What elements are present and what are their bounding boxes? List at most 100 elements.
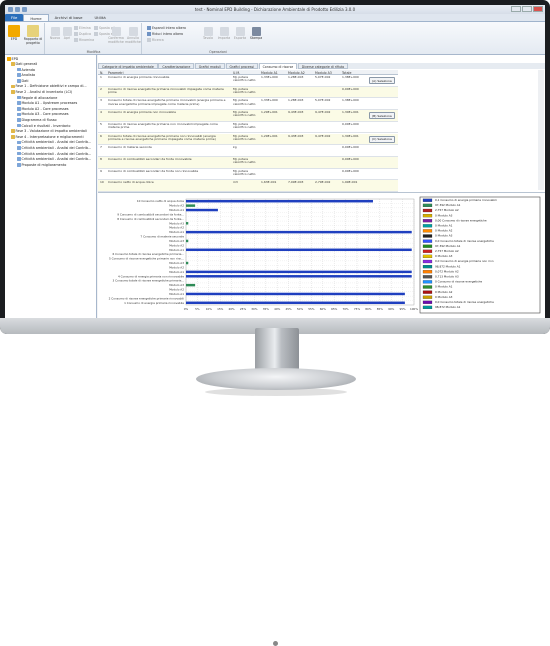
tree-item[interactable]: Azienda [17,68,35,72]
tree-item[interactable]: Fase 4 - Interpretazione e miglioramenti [11,135,84,139]
espandi-button[interactable]: Espandi intero albero [147,26,186,30]
table-row[interactable]: 7 Consumo di materie seconde kg 0,00E+000 [98,145,398,157]
chart-panel: 0% 5% 10% 15% 20% 25% 30% 35% 40% 45% 50% 55% 60% 65%… [98,192,545,318]
cell-n: 8 [100,156,102,161]
y-tick-label: Modulo A2 [169,265,184,269]
y-tick-label: 1 Consumo di energia primaria rinnovabil… [124,301,184,305]
folder-icon [7,57,11,61]
duplica-button[interactable]: Duplica [74,32,91,36]
cell-a2: 7,09E-003 [288,180,304,185]
legend-swatch [422,285,433,289]
tree-item[interactable]: Calcoli e risultati - Inventario [17,124,70,128]
tree-item[interactable]: Fase 2 - Analisi di inventario (LCI) [11,90,72,94]
select-button[interactable]: (C) Seleziona [369,135,395,143]
legend-label: 0 Modulo A1 [435,224,453,228]
tab-file[interactable]: File [5,14,24,21]
document-icon [17,73,21,77]
rapporto-button[interactable]: Rapporto di progetto [23,25,43,45]
ricerca-button[interactable]: Ricerca [147,38,164,42]
tab-grafici-processi[interactable]: Grafici processi [225,63,259,69]
cell-n: 7 [100,145,102,150]
tree-item[interactable]: Criticità ambientali - Analisi dei Contr… [17,157,91,161]
y-tick-label: 5 Consumo di risorse energetiche primari… [109,257,184,261]
subtab-bar: Categorie di impatto ambientale Caratter… [98,63,545,69]
legend-label: 0 Consumo di risorse energetiche [435,280,482,284]
tab-rifiuti[interactable]: Diverse categorie di rifiuto [297,63,349,69]
tree-root[interactable]: EPD [7,57,18,61]
riduci-button[interactable]: Riduci intero albero [147,32,183,36]
tree-item[interactable]: Modulo A2 - Core processes [17,107,69,111]
tree-item-label: Modulo A1 - Upstream processes [21,101,78,106]
cell-a3: 5,07E-002 [315,98,331,103]
elimina-button[interactable]: Elimina [74,26,91,30]
tree-item[interactable]: Analista [17,73,35,77]
importa-button[interactable]: Importa [217,27,231,41]
cell-um: MJ, potere calorifico netto [233,121,256,129]
close-button[interactable] [533,6,543,12]
cell-tot: 0,00E+000 [342,168,359,173]
epd-button[interactable]: EPD [7,25,21,42]
cell-tot: 1,99E-001 [342,180,358,185]
select-button[interactable]: (B) Seleziona [369,112,395,120]
tab-consumo-risorse[interactable]: Consumo di risorse [258,63,298,69]
ribbon-tabs: File Home Archivi di base Utilità [5,14,545,22]
cell-n: 4 [100,110,102,115]
minimize-button[interactable] [511,6,521,12]
header-a1: Modulo A1 [261,70,278,75]
table-row[interactable]: 8 Consumo di combustibili secondari da fo… [98,156,398,169]
tree-item[interactable]: Fase 3 - Valutazione di impatto ambienta… [11,129,87,133]
annulla-button[interactable]: Annulla modifiche [125,27,141,44]
document-icon [17,95,21,100]
tree-item[interactable]: Fase 1 - Definizione obiettivi e campo d… [11,84,87,88]
table-row[interactable]: 3 Consumo totale di risorse energetiche p… [98,98,398,111]
tree-item[interactable]: Modulo A3 - Core processes [17,112,69,116]
tree-root-label: EPD [11,57,19,61]
legend-label: 98,872 Modulo A1 [435,264,461,268]
tab-archivi[interactable]: Archivi di base [49,14,89,21]
cell-um: MJ, potere calorifico netto [233,133,256,141]
tree-item[interactable]: Diagramma di flusso [17,118,57,122]
tree-item[interactable]: Criticità ambientali - Analisi dei Contr… [17,152,91,156]
conferma-button[interactable]: Conferma modifiche [108,27,124,44]
x-tick-label: 70% [342,307,349,311]
table-row[interactable]: 9 Consumo di combustibili secondari da fo… [98,169,398,181]
y-tick-label: 6 Consumo totale di risorse energetiche … [113,252,185,256]
apri-button[interactable]: Apri [62,27,72,41]
rinomina-button[interactable]: Rinomina [74,38,94,42]
stampa-button[interactable]: Stampa [249,27,263,41]
table-row[interactable]: 10 Consumo netto di acqua dolce m3 1,63E-00… [98,180,398,192]
table-row[interactable]: 4 Consumo di energia primaria non rinnova… [98,110,398,122]
cell-a3: 2,79E-002 [315,180,331,185]
tree-item[interactable]: Criticità ambientali - Analisi dei Contr… [17,146,91,150]
select-button[interactable]: (A) Seleziona [369,77,395,84]
tree-item-label: Azienda [21,67,36,72]
tavola-button[interactable]: Tavola [201,27,215,41]
maximize-button[interactable] [522,6,532,12]
x-tick-label: 20% [228,307,235,311]
legend-swatch [422,208,433,213]
espandi-label: Espandi intero albero [152,26,186,30]
tab-categorie[interactable]: Categorie di impatto ambientale [98,63,158,69]
table-row[interactable]: 2 Consumo di risorse energetiche primarie… [98,86,398,99]
table-row[interactable]: 5 Consumo di risorse energetiche primarie… [98,122,398,134]
header-totale: Totale [342,70,352,75]
legend-swatch [422,244,433,248]
tree-item[interactable]: Dati [17,79,28,83]
tree-item[interactable]: Regole di allocazione [17,96,57,100]
nuovo-button[interactable]: Nuovo [49,27,61,41]
resource-chart: 0% 5% 10% 15% 20% 25% 30% 35% 40% 45% 50% 55% 60% 65%… [109,196,541,314]
x-tick-label: 0% [184,307,189,311]
tree-item[interactable]: Dati generali [11,62,37,66]
tab-home[interactable]: Home [23,14,49,21]
table-row[interactable]: 6 Consumo totale di risorse energetiche p… [98,133,398,146]
esporta-button[interactable]: Esporta [233,27,247,41]
tab-caratterizzazione[interactable]: Caratterizzazione [158,63,195,69]
table-scrollbar[interactable] [538,70,544,190]
tab-utilita[interactable]: Utilità [88,14,111,21]
tab-grafici-moduli[interactable]: Grafici moduli [194,63,226,69]
tree-item[interactable]: Criticità ambientali - Analisi dei Contr… [17,140,91,144]
table-row[interactable]: 1 Consumo di energia primaria rinnovabile… [98,75,398,87]
tree-item[interactable]: Modulo A1 - Upstream processes [17,101,77,105]
tree-item[interactable]: Proposte di miglioramento [17,163,66,167]
legend-swatch [422,300,433,304]
